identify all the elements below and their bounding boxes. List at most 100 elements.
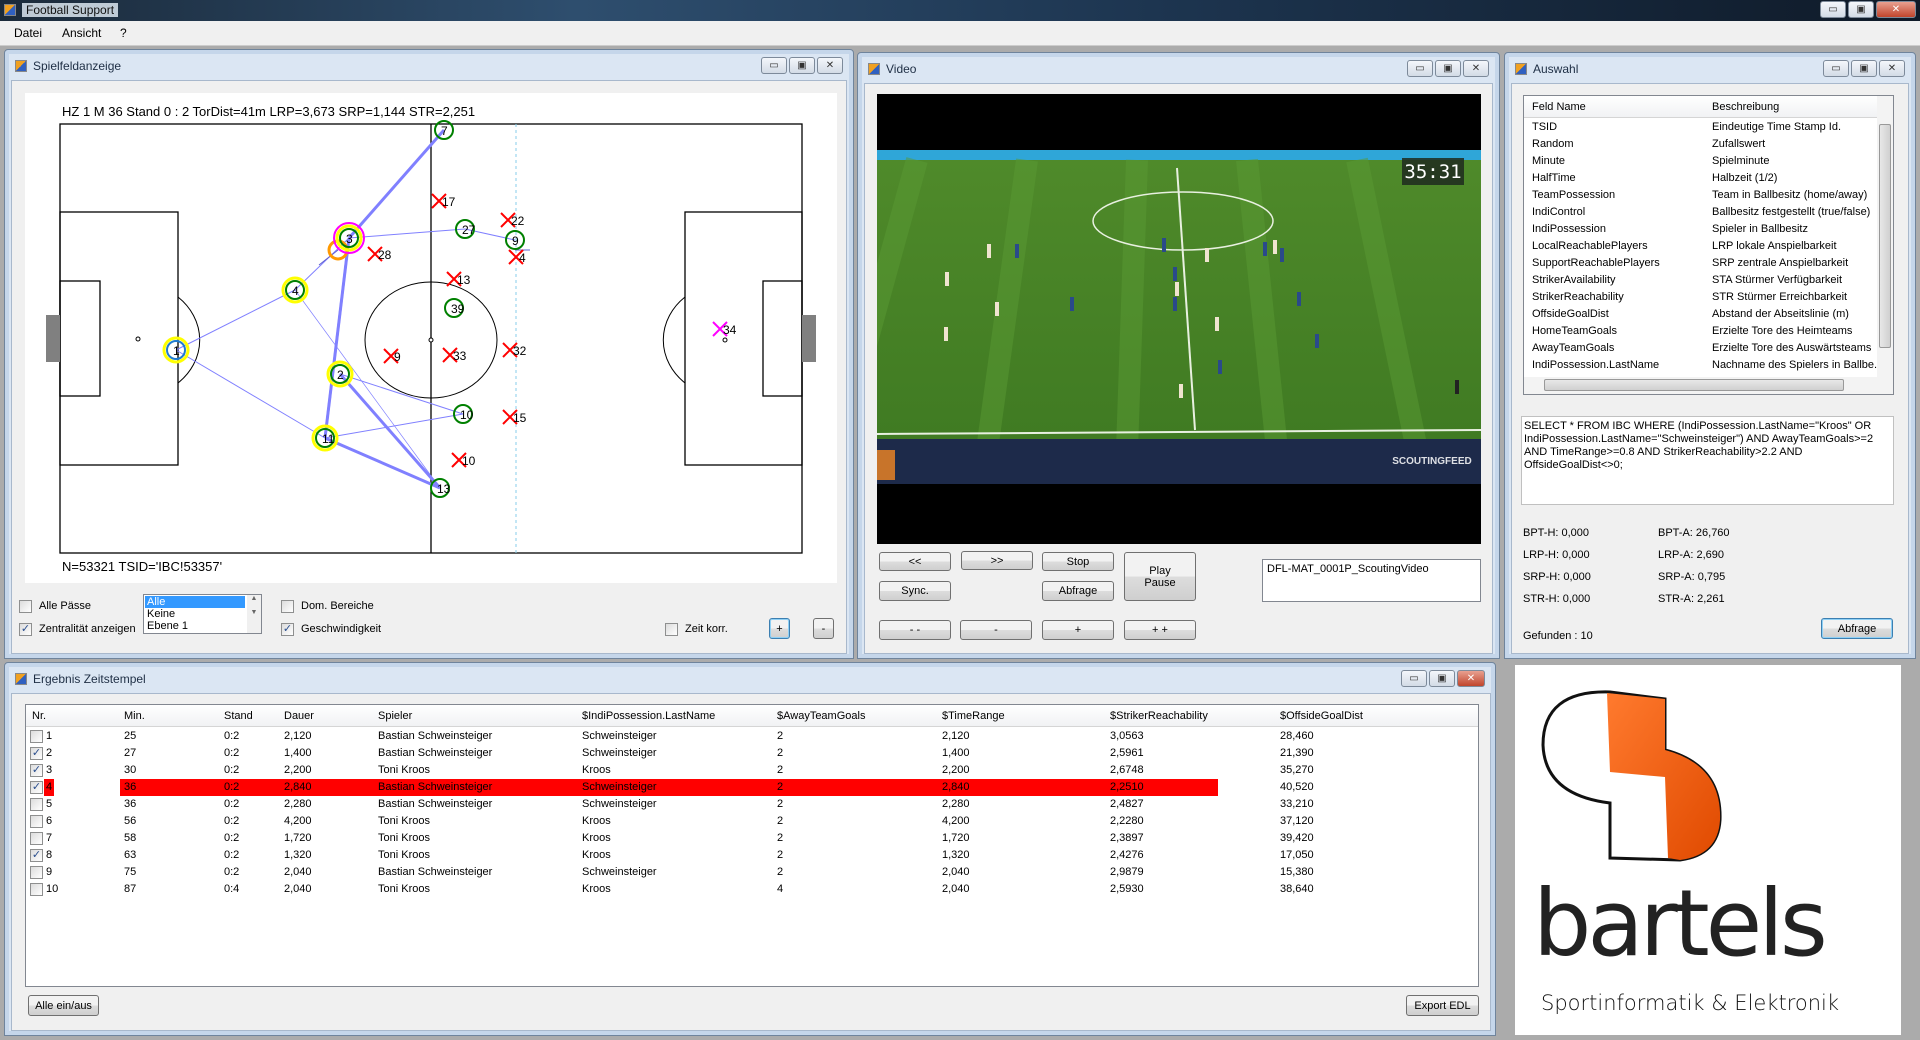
time-corr-checkbox[interactable] — [665, 623, 678, 636]
results-row[interactable]: 7 58 0:2 1,720 Toni Kroos Kroos 2 1,720 2,3897 39… — [26, 830, 1478, 847]
level-option-keine[interactable]: Keine — [147, 608, 175, 620]
step-back-large-button[interactable]: - - — [879, 620, 951, 640]
vscroll-thumb[interactable] — [1879, 124, 1891, 348]
rewind-button[interactable]: << — [879, 552, 951, 571]
row-checkbox[interactable] — [30, 883, 43, 896]
step-back-button[interactable]: - — [960, 620, 1032, 640]
level-scrollbar[interactable]: ▲ ▼ — [247, 595, 261, 633]
minimize-button[interactable]: ▭ — [1401, 670, 1427, 687]
app-maximize-button[interactable]: ▣ — [1848, 1, 1874, 18]
video-player[interactable]: 35:31 SCOUTINGFEED — [826, 94, 1482, 544]
level-listbox[interactable]: Alle Keine Ebene 1 ▲ ▼ — [143, 594, 262, 634]
level-option-ebene1[interactable]: Ebene 1 — [147, 620, 188, 632]
results-col-header[interactable]: $IndiPossession.LastName — [582, 710, 715, 722]
field-list-item[interactable]: SupportReachablePlayers SRP zentrale Ansp… — [1524, 255, 1877, 272]
field-list-item[interactable]: Minute Spielminute — [1524, 153, 1877, 170]
results-row[interactable]: ✓ 3 30 0:2 2,200 Toni Kroos Kroos 2 2,200 2,6748 3… — [26, 762, 1478, 779]
row-checkbox[interactable] — [30, 798, 43, 811]
step-forward-button[interactable]: + — [1042, 620, 1114, 640]
results-col-header[interactable]: Spieler — [378, 710, 412, 722]
row-checkbox[interactable]: ✓ — [30, 781, 43, 794]
row-checkbox[interactable]: ✓ — [30, 849, 43, 862]
results-row[interactable]: 5 36 0:2 2,280 Bastian Schweinsteiger Schwein… — [26, 796, 1478, 813]
results-row[interactable]: 1 25 0:2 2,120 Bastian Schweinsteiger Schwein… — [26, 728, 1478, 745]
video-query-button[interactable]: Abfrage — [1042, 581, 1114, 601]
field-list-item[interactable]: StrikerAvailability STA Stürmer Verfügbar… — [1524, 272, 1877, 289]
field-list-item[interactable]: IndiControl Ballbesitz festgestellt (true… — [1524, 204, 1877, 221]
menu-help[interactable]: ? — [120, 26, 127, 40]
maximize-button[interactable]: ▣ — [789, 57, 815, 74]
results-col-header[interactable]: Stand — [224, 710, 253, 722]
forward-button[interactable]: >> — [961, 551, 1033, 570]
results-table[interactable]: Nr. Min. Stand Dauer Spieler $IndiPossession.… — [25, 704, 1479, 987]
results-col-header[interactable]: $StrikerReachability — [1110, 710, 1208, 722]
field-list-item[interactable]: HalfTime Halbzeit (1/2) — [1524, 170, 1877, 187]
close-button[interactable]: ✕ — [817, 57, 843, 74]
speed-checkbox[interactable]: ✓ — [281, 623, 294, 636]
field-list-item[interactable]: OffsideGoalDist Abstand der Abseitslinie … — [1524, 306, 1877, 323]
minimize-button[interactable]: ▭ — [761, 57, 787, 74]
close-button[interactable]: ✕ — [1463, 60, 1489, 77]
results-row[interactable]: 9 75 0:2 2,040 Bastian Schweinsteiger Schwein… — [26, 864, 1478, 881]
results-col-header[interactable]: $TimeRange — [942, 710, 1005, 722]
close-button[interactable]: ✕ — [1879, 60, 1905, 77]
results-col-header[interactable]: Dauer — [284, 710, 314, 722]
step-forward-large-button[interactable]: + + — [1124, 620, 1196, 640]
menu-datei[interactable]: Datei — [14, 26, 42, 40]
export-edl-button[interactable]: Export EDL — [1406, 995, 1479, 1016]
field-list-item[interactable]: TeamPossession Team in Ballbesitz (home/a… — [1524, 187, 1877, 204]
results-row[interactable]: 10 87 0:4 2,040 Toni Kroos Kroos 4 2,040 2,5930 3… — [26, 881, 1478, 898]
query-button[interactable]: Abfrage — [1821, 618, 1893, 639]
close-button[interactable]: ✕ — [1457, 670, 1485, 687]
row-checkbox[interactable]: ✓ — [30, 747, 43, 760]
zoom-plus-button[interactable]: + — [769, 618, 790, 639]
row-checkbox[interactable] — [30, 815, 43, 828]
results-col-header[interactable]: $AwayTeamGoals — [777, 710, 865, 722]
results-col-header[interactable]: $OffsideGoalDist — [1280, 710, 1363, 722]
maximize-button[interactable]: ▣ — [1435, 60, 1461, 77]
field-list[interactable]: Feld Name Beschreibung TSID Eindeutige Ti… — [1523, 95, 1894, 395]
results-row[interactable]: ✓ 8 63 0:2 1,320 Toni Kroos Kroos 2 1,320 2,4276 1… — [26, 847, 1478, 864]
sync-button[interactable]: Sync. — [879, 581, 951, 601]
video-file-field[interactable]: DFL-MAT_0001P_ScoutingVideo — [1262, 559, 1481, 602]
level-option-alle[interactable]: Alle — [145, 596, 245, 608]
menu-ansicht[interactable]: Ansicht — [62, 26, 101, 40]
field-list-item[interactable]: IndiPossession.LastName Nachname des Spie… — [1524, 357, 1883, 374]
field-list-item[interactable]: TSID Eindeutige Time Stamp Id. — [1524, 119, 1877, 136]
field-list-item[interactable]: IndiPossession Spieler in Ballbesitz — [1524, 221, 1877, 238]
zoom-minus-button[interactable]: - — [813, 618, 834, 639]
field-list-vscrollbar[interactable] — [1877, 96, 1893, 379]
pitch-panel[interactable]: HZ 1 M 36 Stand 0 : 2 TorDist=41m LRP=3,… — [25, 93, 837, 583]
row-checkbox[interactable] — [30, 730, 43, 743]
query-textarea[interactable]: SELECT * FROM IBC WHERE (IndiPossession.… — [1521, 416, 1894, 505]
toggle-all-button[interactable]: Alle ein/aus — [28, 995, 99, 1016]
field-list-item[interactable]: StrikerReachability STR Stürmer Erreichba… — [1524, 289, 1877, 306]
minimize-button[interactable]: ▭ — [1823, 60, 1849, 77]
minimize-button[interactable]: ▭ — [1407, 60, 1433, 77]
field-list-item[interactable]: HomeTeamGoals Erzielte Tore des Heimteams — [1524, 323, 1877, 340]
results-col-header[interactable]: Min. — [124, 710, 145, 722]
play-pause-button[interactable]: Play Pause — [1124, 552, 1196, 601]
app-minimize-button[interactable]: ▭ — [1820, 1, 1846, 18]
dominant-areas-checkbox[interactable] — [281, 600, 294, 613]
maximize-button[interactable]: ▣ — [1851, 60, 1877, 77]
field-list-item[interactable]: LocalReachablePlayers LRP lokale Anspielb… — [1524, 238, 1877, 255]
maximize-button[interactable]: ▣ — [1429, 670, 1455, 687]
row-checkbox[interactable] — [30, 832, 43, 845]
centrality-checkbox[interactable]: ✓ — [19, 623, 32, 636]
app-close-button[interactable]: ✕ — [1876, 1, 1916, 18]
results-row[interactable]: 6 56 0:2 4,200 Toni Kroos Kroos 2 4,200 2,2280 37… — [26, 813, 1478, 830]
row-checkbox[interactable] — [30, 866, 43, 879]
field-list-item[interactable]: Random Zufallswert — [1524, 136, 1877, 153]
col-description[interactable]: Beschreibung — [1712, 101, 1779, 113]
results-row[interactable]: ✓ 2 27 0:2 1,400 Bastian Schweinsteiger Schwei… — [26, 745, 1478, 762]
row-checkbox[interactable]: ✓ — [30, 764, 43, 777]
hscroll-thumb[interactable] — [1544, 379, 1844, 391]
field-list-hscrollbar[interactable] — [1524, 377, 1893, 394]
all-passes-checkbox[interactable] — [19, 600, 32, 613]
col-field-name[interactable]: Feld Name — [1532, 101, 1586, 113]
results-col-header[interactable]: Nr. — [32, 710, 46, 722]
field-list-item[interactable]: AwayTeamGoals Erzielte Tore des Auswärtst… — [1524, 340, 1877, 357]
results-row[interactable]: ✓ 4 36 0:2 2,840 Bastian Schweinsteiger Schwei… — [26, 779, 1478, 796]
stop-button[interactable]: Stop — [1042, 552, 1114, 571]
